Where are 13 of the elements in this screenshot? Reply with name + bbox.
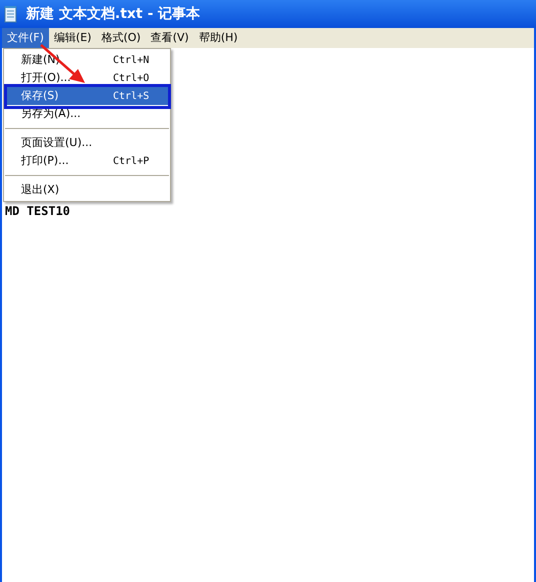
menu-item[interactable]: 文件(F) — [2, 28, 49, 48]
menu-item[interactable]: 编辑(E) — [48, 28, 96, 48]
menu-option[interactable]: 保存(S) Ctrl+S — [4, 87, 170, 105]
menu-option[interactable]: 退出(X) — [4, 181, 170, 199]
menu-item[interactable]: 格式(O) — [96, 28, 146, 48]
menu-item[interactable]: 查看(V) — [146, 28, 194, 48]
window-title: 新建 文本文档.txt - 记事本 — [26, 4, 200, 24]
menu-option[interactable]: 打印(P)... Ctrl+P — [4, 152, 170, 170]
menu-option[interactable]: 页面设置(U)... — [4, 134, 170, 152]
notepad-icon — [4, 5, 18, 23]
menu-option[interactable]: 打开(O)... Ctrl+O — [4, 69, 170, 87]
document-text: MD TEST10 — [5, 204, 70, 218]
menu-item[interactable]: 帮助(H) — [194, 28, 243, 48]
